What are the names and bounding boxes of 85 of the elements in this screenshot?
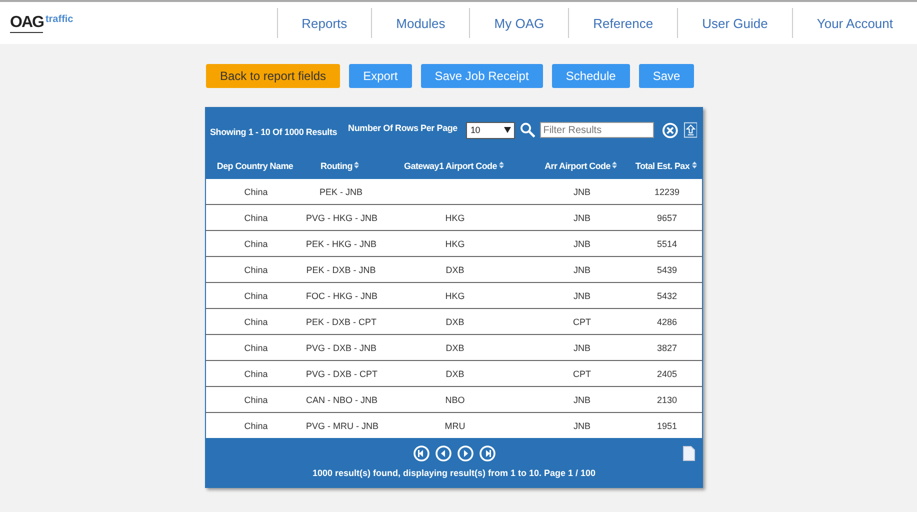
- table-cell: 5514: [656, 238, 678, 248]
- table-cell: China: [244, 212, 268, 222]
- table-cell: JNB: [573, 394, 590, 404]
- nav-link[interactable]: Reports: [276, 8, 372, 38]
- table-cell: JNB: [573, 342, 590, 352]
- table-cell: 5432: [656, 290, 678, 300]
- column-header[interactable]: Gateway1 Airport Code: [375, 161, 533, 171]
- table-cell: 4286: [656, 316, 678, 326]
- table-cell: HKG: [445, 212, 465, 222]
- sort-icon: [498, 161, 504, 169]
- results-count: Showing 1 - 10 Of 1000 Results: [210, 126, 338, 136]
- table-cell: HKG: [445, 238, 465, 248]
- table-cell: 5439: [656, 264, 678, 274]
- table-cell: China: [244, 342, 268, 352]
- upload-icon[interactable]: [684, 122, 697, 138]
- table-cell: China: [244, 290, 268, 300]
- action-button[interactable]: Back to report fields: [206, 64, 340, 88]
- table-cell: 9657: [656, 212, 678, 222]
- table-cell: DXB: [446, 368, 464, 378]
- filter-field[interactable]: Filter Results: [540, 122, 654, 138]
- table-cell: DXB: [446, 316, 464, 326]
- search-icon[interactable]: [520, 122, 536, 138]
- table-cell: 2130: [656, 394, 678, 404]
- column-header[interactable]: Dep Country Name: [205, 161, 305, 171]
- table-cell: China: [244, 264, 268, 274]
- table-cell: NBO: [445, 394, 465, 404]
- table-cell: 12239: [654, 186, 680, 196]
- column-header[interactable]: Routing: [305, 161, 375, 171]
- skip-icon[interactable]: [412, 445, 430, 462]
- table-cell: China: [244, 316, 268, 326]
- table-cell: PVG - DXB - JNB: [306, 342, 377, 352]
- play-icon[interactable]: [456, 445, 474, 462]
- table-cell: JNB: [573, 290, 590, 300]
- nav-link[interactable]: User Guide: [677, 8, 792, 38]
- table-cell: JNB: [573, 186, 590, 196]
- action-button[interactable]: Save Job Receipt: [420, 64, 543, 88]
- nav-link[interactable]: My OAG: [469, 8, 568, 38]
- table-cell: DXB: [446, 342, 464, 352]
- logo-subtext: traffic: [45, 14, 74, 24]
- table-cell: China: [244, 238, 268, 248]
- sort-icon: [354, 161, 360, 169]
- rows-per-page-select[interactable]: 10: [466, 122, 515, 138]
- table-cell: PVG - DXB - CPT: [306, 368, 378, 378]
- table-cell: PEK - DXB - CPT: [306, 316, 377, 326]
- action-button[interactable]: Export: [349, 64, 412, 88]
- table-cell: China: [244, 420, 268, 430]
- clear-icon[interactable]: [662, 122, 679, 138]
- caret-icon: [504, 127, 511, 133]
- table-cell: PEK - HKG - JNB: [306, 238, 377, 248]
- play-icon[interactable]: [434, 445, 452, 462]
- nav-link[interactable]: Modules: [371, 8, 470, 38]
- column-header[interactable]: Total Est. Pax: [629, 161, 703, 171]
- sort-icon: [692, 161, 697, 169]
- table-cell: JNB: [573, 212, 590, 222]
- results-summary: 1000 result(s) found, displaying result(s) from 1 to 10. Page 1 / 100: [312, 468, 596, 478]
- table-cell: JNB: [573, 264, 590, 274]
- table-cell: FOC - HKG - JNB: [306, 290, 378, 300]
- table-cell: DXB: [446, 264, 464, 274]
- table-cell: 1951: [656, 420, 678, 430]
- logo-text: OAG: [10, 14, 44, 32]
- table-cell: PEK - DXB - JNB: [306, 264, 376, 274]
- sort-icon: [612, 161, 618, 169]
- table-cell: China: [244, 186, 268, 196]
- document-icon[interactable]: [683, 446, 695, 461]
- table-cell: PVG - HKG - JNB: [306, 212, 378, 222]
- nav-link[interactable]: Reference: [568, 8, 678, 38]
- table-cell: 2405: [656, 368, 678, 378]
- skip-icon[interactable]: [478, 445, 496, 462]
- action-button[interactable]: Save: [638, 64, 694, 88]
- table-cell: PVG - MRU - JNB: [306, 420, 379, 430]
- table-cell: CAN - NBO - JNB: [306, 394, 378, 404]
- table-cell: MRU: [444, 420, 466, 430]
- table-cell: CPT: [573, 316, 591, 326]
- action-button[interactable]: Schedule: [552, 64, 630, 88]
- rows-per-page-label: Number Of Rows Per Page: [348, 123, 458, 133]
- column-header[interactable]: Arr Airport Code: [533, 161, 629, 171]
- table-cell: China: [244, 394, 268, 404]
- table-cell: JNB: [573, 238, 590, 248]
- table-cell: JNB: [573, 420, 590, 430]
- table-cell: PEK - JNB: [319, 186, 362, 196]
- table-cell: China: [244, 368, 268, 378]
- table-cell: 3827: [656, 342, 678, 352]
- nav-link[interactable]: Your Account: [792, 8, 917, 38]
- table-cell: HKG: [445, 290, 465, 300]
- table-cell: CPT: [573, 368, 591, 378]
